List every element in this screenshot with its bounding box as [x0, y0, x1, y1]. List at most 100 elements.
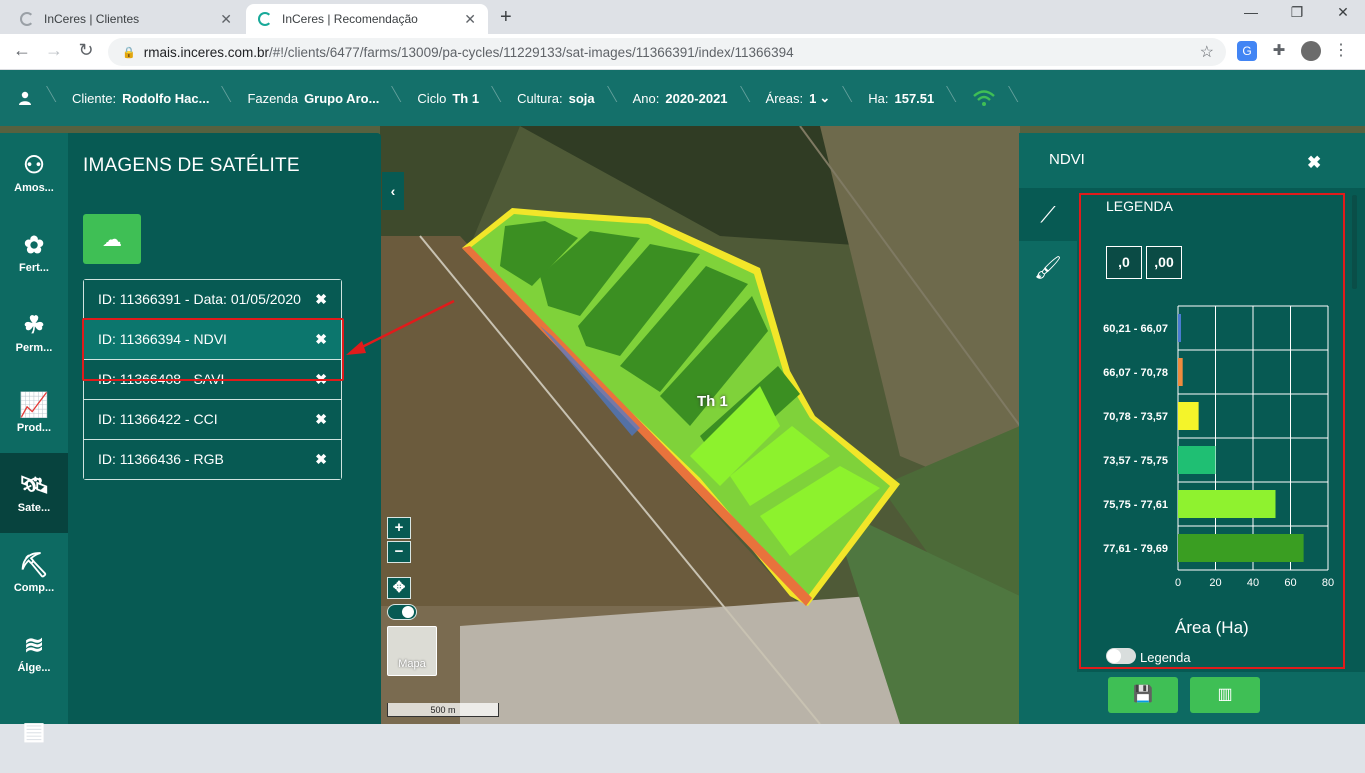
legend-toggle[interactable] [1106, 648, 1136, 664]
breadcrumb-ciclo[interactable]: Ciclo Th 1 [399, 70, 499, 126]
forward-icon[interactable]: → [42, 40, 66, 61]
image-item-11366436[interactable]: ID: 11366436 - RGB ✖ [84, 439, 341, 479]
chart-category-label: 66,07 - 70,78 [1103, 367, 1168, 379]
breadcrumb-cliente[interactable]: Cliente: Rodolfo Hac... [54, 70, 229, 126]
tab-chart[interactable]: ⟋ [1019, 188, 1077, 241]
close-window-icon[interactable]: ✕ [1328, 4, 1358, 21]
ano-label: Ano: [632, 90, 660, 106]
close-icon[interactable]: ✖ [1307, 153, 1321, 173]
inceres-favicon-icon [20, 12, 34, 26]
user-icon [19, 91, 31, 105]
map-layer-toggle[interactable] [387, 604, 417, 620]
rail-item-fertilidade[interactable]: ✿ Fert... [0, 213, 68, 293]
bookmark-star-icon[interactable]: ☆ [1200, 42, 1214, 62]
collapse-panel-button[interactable]: ‹ [382, 172, 404, 210]
ciclo-label: Ciclo [417, 90, 447, 106]
browser-menu-icon[interactable]: ⋮ [1331, 41, 1351, 61]
decimals-less-label: ,0 [1118, 254, 1130, 270]
paint-roller-icon: 🖌 [1034, 254, 1062, 280]
rail-label: Fert... [19, 262, 49, 274]
basemap-switch[interactable]: Mapa [387, 626, 437, 676]
restore-icon[interactable]: ❐ [1282, 4, 1312, 21]
reload-icon[interactable]: ↻ [74, 40, 98, 61]
breadcrumb-cultura[interactable]: Cultura: soja [499, 70, 615, 126]
chart-category-label: 75,75 - 77,61 [1103, 499, 1168, 511]
areas-value: 1 [809, 90, 817, 106]
new-tab-icon[interactable]: + [500, 6, 512, 29]
productivity-icon: 📈 [19, 392, 49, 419]
image-item-label: ID: 11366391 - Data: 01/05/2020 [98, 291, 301, 307]
increase-decimals-button[interactable]: ,00 [1146, 246, 1182, 279]
cultura-label: Cultura: [517, 90, 563, 106]
ha-label: Ha: [868, 90, 889, 106]
rail-item-satelite[interactable]: 🛰 Sate... [0, 453, 68, 533]
browser-tab-clientes[interactable]: InCeres | Clientes ✕ [8, 4, 244, 34]
rail-item-algebra[interactable]: ≋ Álge... [0, 613, 68, 693]
breadcrumb-fazenda[interactable]: Fazenda Grupo Aro... [229, 70, 399, 126]
delete-icon[interactable]: ✖ [315, 410, 327, 429]
areas-label: Áreas: [765, 90, 804, 106]
chart-category-label: 77,61 - 79,69 [1103, 543, 1168, 555]
image-item-11366391[interactable]: ID: 11366391 - Data: 01/05/2020 ✖ [84, 280, 341, 319]
decrease-decimals-button[interactable]: ,0 [1106, 246, 1142, 279]
breadcrumb-ano[interactable]: Ano: 2020-2021 [615, 70, 748, 126]
delete-icon[interactable]: ✖ [315, 450, 327, 469]
rail-item-permanente[interactable]: ☘ Perm... [0, 293, 68, 373]
library-button[interactable]: ▥ [1190, 677, 1260, 713]
app-header: Cliente: Rodolfo Hac... Fazenda Grupo Aro.… [0, 70, 1365, 126]
back-icon[interactable]: ← [10, 40, 34, 61]
library-icon: ▥ [1217, 686, 1233, 703]
tab-style[interactable]: 🖌 [1019, 241, 1077, 294]
translate-extension-icon[interactable]: G [1237, 41, 1257, 61]
image-item-label: ID: 11366422 - CCI [98, 411, 218, 427]
url-path: /#!/clients/6477/farms/13009/pa-cycles/1… [268, 44, 794, 60]
profile-avatar[interactable] [1301, 41, 1321, 61]
url-host: rmais.inceres.com.br [143, 44, 269, 60]
rail-label: Comp... [13, 582, 55, 594]
ndvi-panel-title: NDVI [1049, 151, 1085, 168]
cliente-value: Rodolfo Hac... [122, 90, 210, 106]
fertility-icon: ✿ [23, 232, 45, 259]
user-menu[interactable] [0, 70, 54, 126]
satellite-icon: 🛰 [18, 472, 50, 499]
chart-bar [1178, 534, 1304, 562]
close-tab-icon[interactable]: ✕ [220, 11, 232, 28]
rail-label: Amos... [14, 182, 54, 194]
chart-x-tick-label: 60 [1284, 577, 1296, 589]
toggle-knob [1107, 649, 1121, 663]
chart-x-tick-label: 20 [1209, 577, 1221, 589]
zoom-in-button[interactable]: + [387, 517, 411, 539]
connection-status [954, 70, 1016, 126]
fazenda-label: Fazenda [247, 90, 299, 106]
permanent-crop-icon: ☘ [23, 312, 45, 339]
chart-bar [1178, 314, 1181, 342]
field-name-label: Th 1 [697, 393, 728, 410]
rail-item-relatorio[interactable]: ▤ [0, 693, 68, 773]
extensions-puzzle-icon[interactable]: ✚ [1269, 41, 1289, 61]
address-bar[interactable]: 🔒 rmais.inceres.com.br/#!/clients/6477/f… [108, 38, 1226, 66]
chart-category-label: 60,21 - 66,07 [1103, 323, 1168, 335]
rail-item-compactacao[interactable]: ⛏ Comp... [0, 533, 68, 613]
legend-toggle-label: Legenda [1140, 650, 1191, 665]
ciclo-value: Th 1 [452, 90, 480, 106]
save-button[interactable]: 💾 [1108, 677, 1178, 713]
browser-tab-recomendacao[interactable]: InCeres | Recomendação ✕ [246, 4, 488, 34]
pan-move-button[interactable]: ✥ [387, 577, 411, 599]
zoom-out-button[interactable]: − [387, 541, 411, 563]
rail-item-produtividade[interactable]: 📈 Prod... [0, 373, 68, 453]
breadcrumb-areas[interactable]: Áreas: 1 ⌄ [748, 70, 851, 126]
tab-title: InCeres | Recomendação [282, 12, 418, 26]
rail-item-amostragem[interactable]: ⚇ Amos... [0, 133, 68, 213]
minimize-icon[interactable]: — [1236, 4, 1266, 20]
cloud-download-icon: ☁ [102, 228, 122, 251]
scrollbar[interactable] [1352, 195, 1357, 289]
chart-x-tick-label: 0 [1175, 577, 1181, 589]
image-item-11366422[interactable]: ID: 11366422 - CCI ✖ [84, 399, 341, 439]
download-image-button[interactable]: ☁ [83, 214, 141, 264]
chart-bar [1178, 446, 1216, 474]
move-arrows-icon: ✥ [392, 579, 406, 596]
delete-icon[interactable]: ✖ [315, 290, 327, 309]
chart-bar [1178, 402, 1199, 430]
report-icon: ▤ [22, 718, 46, 745]
close-tab-icon[interactable]: ✕ [464, 11, 476, 28]
